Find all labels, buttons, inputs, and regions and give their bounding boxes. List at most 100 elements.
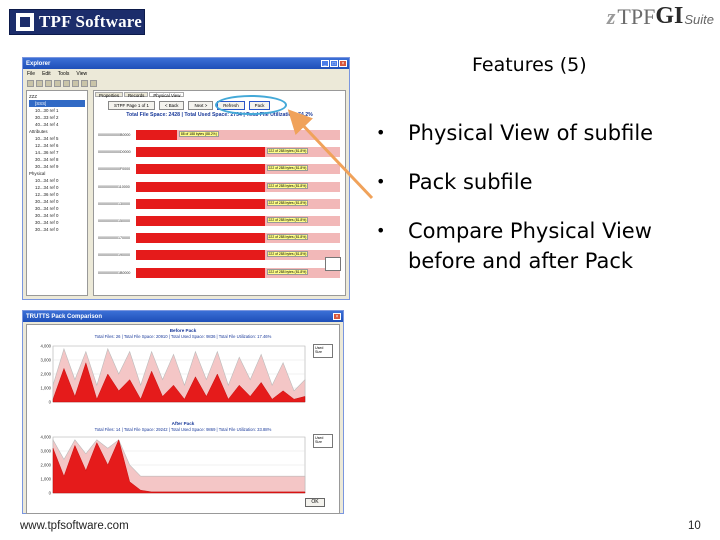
logo-z-icon: z xyxy=(606,4,616,29)
toolbar-button[interactable] xyxy=(27,79,34,87)
tree-item[interactable]: 40...34 ref 4 xyxy=(29,121,85,128)
tree-item[interactable]: 12...34 ref 0 xyxy=(29,184,85,191)
tpf-software-logo: TPF Software xyxy=(9,9,145,35)
menu-edit[interactable]: Edit xyxy=(42,71,51,77)
tab-physical-view[interactable]: Physical View xyxy=(149,92,185,98)
toolbar-button[interactable] xyxy=(45,79,52,87)
bar-row: 00000000000B0000 88 of 188 bytes (88.2%) xyxy=(98,128,340,142)
tree-item[interactable]: 30...34 ref 0 xyxy=(29,212,85,219)
bar-track[interactable]: 222 of 288 bytes (81.8%) xyxy=(136,215,340,226)
bar-tag: 222 of 288 bytes (81.8%) xyxy=(266,148,309,155)
pack-comparison-window: TRUTTS Pack Comparison × Before Pack Tot… xyxy=(22,310,344,514)
after-legend: Used Size xyxy=(313,434,333,448)
bar-row: 0000000000170000 222 of 288 bytes (81.8%) xyxy=(98,231,340,245)
toolbar xyxy=(23,78,349,88)
tree-item[interactable]: 30...34 ref 0 xyxy=(29,219,85,226)
toolbar-button[interactable] xyxy=(54,79,61,87)
toolbar-button[interactable] xyxy=(63,79,70,87)
tree-item[interactable]: 10...34 ref 0 xyxy=(29,177,85,184)
toolbar-button[interactable] xyxy=(81,79,88,87)
y-tick-label: 3,000 xyxy=(41,358,52,363)
bar-row: 00000000000D0000 222 of 288 bytes (81.8%) xyxy=(98,145,340,159)
y-tick-label: 1,000 xyxy=(41,477,52,482)
bar-fill xyxy=(136,250,265,261)
bar-track[interactable]: 222 of 288 bytes (81.8%) xyxy=(136,198,340,209)
file-tree[interactable]: ZZZ [SSS] 10...30 ref 1 30...33 ref 2 40...3… xyxy=(26,90,88,296)
maximize-icon[interactable]: □ xyxy=(330,60,338,67)
tree-item[interactable]: 30...33 ref 2 xyxy=(29,114,85,121)
bar-fill xyxy=(136,233,265,244)
page-selector[interactable]: STPF Page 1 of 1 xyxy=(108,100,155,110)
bar-track[interactable]: 222 of 288 bytes (81.8%) xyxy=(136,147,340,158)
tree-item[interactable]: 30...34 ref 8 xyxy=(29,156,85,163)
bar-fill xyxy=(136,147,265,158)
bar-track[interactable]: 222 of 288 bytes (81.8%) xyxy=(136,233,340,244)
tree-item[interactable]: Attributes xyxy=(29,128,85,135)
logo-tpf: TPF xyxy=(617,4,656,29)
bar-label: 00000000001B0000 xyxy=(98,270,131,275)
bar-label: 0000000000110000 xyxy=(98,184,130,189)
comparison-titlebar[interactable]: TRUTTS Pack Comparison × xyxy=(23,311,343,322)
back-button[interactable]: < Back xyxy=(158,100,185,110)
close-icon[interactable]: × xyxy=(333,313,341,320)
bar-fill xyxy=(136,198,265,209)
tree-item[interactable]: 30...34 ref 0 xyxy=(29,226,85,233)
close-icon[interactable]: × xyxy=(339,60,347,67)
bar-track[interactable]: 222 of 288 bytes (81.8%) xyxy=(136,250,340,261)
bullet-item: • Compare Physical View before and after … xyxy=(370,216,710,276)
toolbar-button[interactable] xyxy=(36,79,43,87)
tree-item[interactable]: ZZZ xyxy=(29,93,85,100)
bullet-dot-icon: • xyxy=(376,172,386,191)
bullet-item: • Pack subfile xyxy=(370,167,710,197)
footer-url[interactable]: www.tpfsoftware.com xyxy=(20,520,129,532)
menu-view[interactable]: View xyxy=(76,71,87,77)
bar-row: 0000000000150000 222 of 288 bytes (81.8%) xyxy=(98,214,340,228)
tree-item[interactable]: 30...34 ref 9 xyxy=(29,163,85,170)
tab-properties[interactable]: Properties xyxy=(95,92,124,98)
bar-label: 0000000000170000 xyxy=(98,236,130,241)
menu-tools[interactable]: Tools xyxy=(58,71,70,77)
tree-item[interactable]: 12...34 ref 6 xyxy=(29,142,85,149)
toolbar-button[interactable] xyxy=(72,79,79,87)
zpfgi-suite-logo: z TPF GI Suite xyxy=(606,3,714,30)
tree-item[interactable]: 14...36 ref 7 xyxy=(29,149,85,156)
minimize-icon[interactable]: _ xyxy=(321,60,329,67)
bar-row: 0000000000130000 222 of 288 bytes (81.8%) xyxy=(98,197,340,211)
tree-item[interactable]: 10...30 ref 1 xyxy=(29,107,85,114)
bar-track[interactable]: 222 of 288 bytes (81.8%) xyxy=(136,267,340,278)
bar-label: 0000000000190000 xyxy=(98,253,130,258)
comparison-panel: Before Pack Total Files: 26 | Total File… xyxy=(26,324,340,514)
bar-track[interactable]: 222 of 288 bytes (81.8%) xyxy=(136,164,340,175)
bar-track[interactable]: 222 of 288 bytes (81.8%) xyxy=(136,181,340,192)
tree-item[interactable]: 30...34 ref 0 xyxy=(29,198,85,205)
bar-row: 00000000000F0000 222 of 288 bytes (81.8%) xyxy=(98,162,340,176)
bar-row: 0000000000110000 222 of 288 bytes (81.8%) xyxy=(98,180,340,194)
toolbar-button[interactable] xyxy=(90,79,97,87)
window-controls: _ □ × xyxy=(321,60,349,67)
explorer-titlebar[interactable]: Explorer _ □ × xyxy=(23,58,349,69)
tab-records[interactable]: Records xyxy=(124,92,149,98)
after-pack-summary: Total Files: 14 | Total File Space: 2924… xyxy=(94,427,272,432)
y-tick-label: 4,000 xyxy=(41,435,52,440)
bullet-dot-icon: • xyxy=(376,221,386,240)
tree-item[interactable]: 12...36 ref 0 xyxy=(29,191,85,198)
tree-item[interactable]: 30...34 ref 0 xyxy=(29,205,85,212)
logo-gi: GI xyxy=(655,3,684,29)
window-controls: × xyxy=(333,313,343,320)
next-button[interactable]: Next > xyxy=(188,100,214,110)
before-legend: Used Size xyxy=(313,344,333,358)
bar-tag: 222 of 288 bytes (81.8%) xyxy=(266,234,309,241)
tree-item[interactable]: 10...34 ref 5 xyxy=(29,135,85,142)
bar-track[interactable]: 88 of 188 bytes (88.2%) xyxy=(136,130,340,140)
bar-tag: 222 of 288 bytes (81.8%) xyxy=(266,251,309,258)
tree-item[interactable]: Physical xyxy=(29,170,85,177)
bar-tag: 222 of 288 bytes (81.8%) xyxy=(266,268,309,275)
bullet-list: • Physical View of subfile • Pack subfile … xyxy=(370,118,710,295)
chart-legend xyxy=(325,257,341,271)
bullet-text: Physical View of subfile xyxy=(408,121,654,145)
slide-title: Features (5) xyxy=(472,54,587,76)
bar-tag: 222 of 288 bytes (81.8%) xyxy=(266,165,309,172)
menu-file[interactable]: File xyxy=(27,71,35,77)
ok-button[interactable]: OK xyxy=(305,498,325,507)
tree-item[interactable]: [SSS] xyxy=(29,100,85,107)
